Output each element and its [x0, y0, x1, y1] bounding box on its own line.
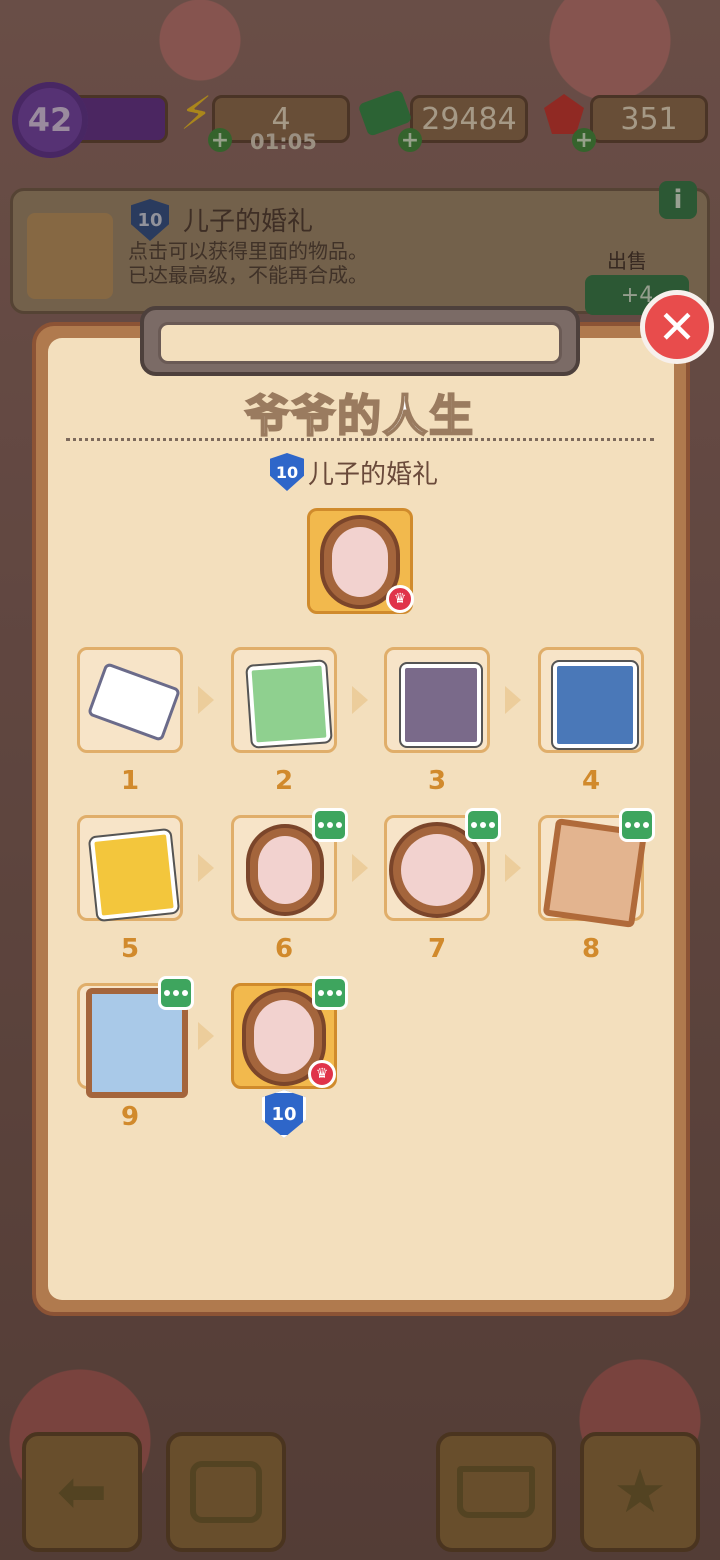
frame-photo — [254, 1000, 314, 1074]
item-level-shield: 10 — [270, 453, 304, 491]
chain-item-8[interactable] — [538, 808, 655, 928]
item-subtitle: 10 儿子的婚礼 — [270, 452, 438, 492]
title-divider — [66, 438, 654, 441]
frame-photo — [332, 527, 388, 597]
clip-plate — [158, 322, 562, 364]
crown-icon: ♛ — [386, 585, 414, 613]
clipboard-clip — [140, 306, 580, 376]
chain-item-4[interactable] — [538, 647, 644, 753]
toddler-photo-icon — [245, 659, 333, 749]
chain-number-9: 9 — [120, 1102, 140, 1132]
chain-item-2[interactable] — [231, 647, 337, 753]
close-button[interactable]: ✕ — [640, 290, 714, 364]
chain-arrow-icon — [505, 854, 521, 882]
chain-number-2: 2 — [274, 766, 294, 796]
chain-item-3[interactable] — [384, 647, 490, 753]
chat-bubble-icon — [312, 976, 348, 1010]
chain-arrow-icon — [198, 854, 214, 882]
item-name: 儿子的婚礼 — [308, 459, 439, 490]
chat-bubble-icon — [312, 808, 348, 842]
modal-title: 爷爷的人生 — [244, 390, 475, 443]
close-icon: ✕ — [657, 300, 697, 354]
chain-item-10[interactable]: ♛ — [231, 976, 348, 1089]
chain-number-8: 8 — [581, 934, 601, 964]
chain-arrow-icon — [352, 854, 368, 882]
chat-bubble-icon — [158, 976, 194, 1010]
chain-number-3: 3 — [427, 766, 447, 796]
child-photo-icon — [399, 662, 483, 748]
chain-number-7: 7 — [427, 934, 447, 964]
frame-photo — [401, 834, 473, 906]
chat-bubble-icon — [465, 808, 501, 842]
chain-item-5[interactable] — [77, 815, 183, 923]
chain-arrow-icon — [505, 686, 521, 714]
featured-item[interactable]: ♛ — [307, 508, 414, 614]
chain-number-1: 1 — [120, 766, 140, 796]
chain-item-7[interactable] — [384, 808, 501, 921]
chain-item-9[interactable] — [77, 976, 194, 1098]
chain-number-4: 4 — [581, 766, 601, 796]
chain-arrow-icon — [198, 1022, 214, 1050]
crown-icon: ♛ — [308, 1060, 336, 1088]
chain-item-6[interactable] — [231, 808, 348, 921]
chain-arrow-icon — [352, 686, 368, 714]
frame-photo — [258, 836, 312, 904]
chain-arrow-icon — [198, 686, 214, 714]
baby-photo-icon — [86, 662, 182, 742]
chain-number-5: 5 — [120, 934, 140, 964]
chain-item-1[interactable] — [77, 647, 183, 753]
chain-number-6: 6 — [274, 934, 294, 964]
boy-photo-icon — [551, 660, 639, 750]
chat-bubble-icon — [619, 808, 655, 842]
schoolboy-photo-icon — [87, 827, 181, 923]
